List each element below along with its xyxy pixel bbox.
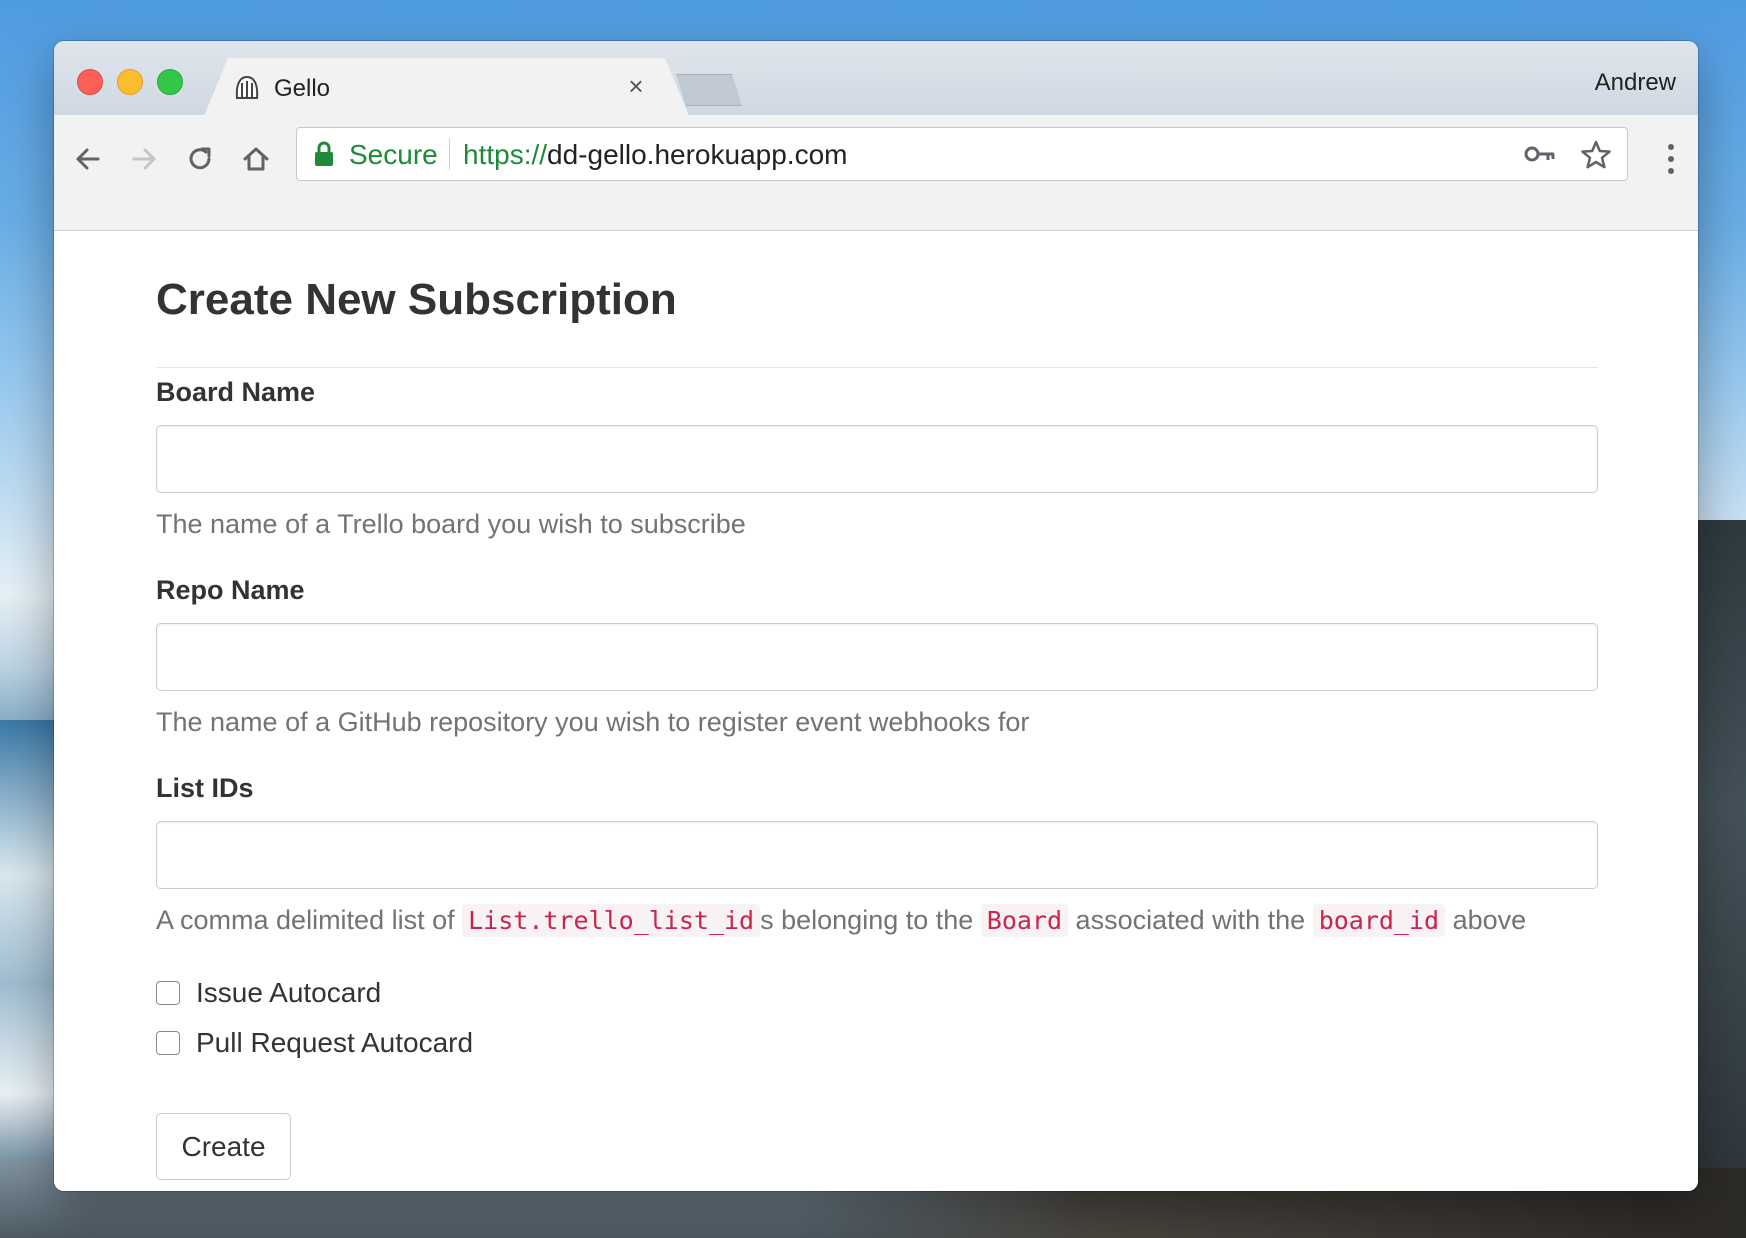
arrow-left-icon[interactable] [68,139,108,179]
list-ids-help-text: associated with the [1068,905,1313,935]
pull-request-autocard-checkbox[interactable] [156,1031,180,1055]
pull-request-autocard-label[interactable]: Pull Request Autocard [196,1027,473,1059]
issue-autocard-checkbox[interactable] [156,981,180,1005]
repo-name-label: Repo Name [156,575,305,605]
star-icon[interactable] [1579,138,1613,172]
window-minimize-button[interactable] [117,69,143,95]
list-ids-help: A comma delimited list of List.trello_li… [156,904,1527,937]
board-name-label: Board Name [156,377,316,407]
list-ids-input[interactable] [156,821,1598,889]
repo-name-input[interactable] [156,623,1598,691]
code-board: Board [980,904,1069,937]
background-sea [0,720,60,1160]
profile-name[interactable]: Andrew [1595,69,1676,97]
vertical-dots-icon[interactable] [1666,139,1676,179]
tab-close-icon[interactable]: × [624,73,648,99]
list-ids-help-text: s belonging to the [760,905,981,935]
home-icon[interactable] [236,139,276,179]
page-content: Create New Subscription Board Name The n… [54,231,1698,1191]
issue-autocard-row[interactable]: Issue Autocard [156,977,381,1009]
key-icon[interactable] [1523,140,1557,168]
create-button[interactable]: Create [156,1113,291,1180]
address-bar[interactable]: Secure https://dd-gello.herokuapp.com [296,127,1628,181]
browser-window: Gello × Andrew Secure https://dd-gello.h… [54,41,1698,1191]
board-name-input[interactable] [156,425,1598,493]
arrow-right-icon[interactable] [124,139,164,179]
url-host: dd-gello.herokuapp.com [547,139,848,170]
board-name-help: The name of a Trello board you wish to s… [156,509,746,539]
title-divider [156,367,1598,368]
issue-autocard-label[interactable]: Issue Autocard [196,977,381,1009]
url-text[interactable]: https://dd-gello.herokuapp.com [463,139,847,171]
window-close-button[interactable] [77,69,103,95]
gello-favicon-icon [235,75,259,99]
list-ids-label: List IDs [156,773,254,803]
repo-name-help: The name of a GitHub repository you wish… [156,707,1030,737]
address-bar-divider [449,138,450,170]
browser-toolbar: Secure https://dd-gello.herokuapp.com [54,115,1698,231]
new-tab-button[interactable] [676,74,742,106]
code-list-trello-list-id: List.trello_list_id [462,904,761,937]
code-board-id: board_id [1312,904,1446,937]
list-ids-help-text: A comma delimited list of [156,905,463,935]
url-scheme: https:// [463,139,548,170]
list-ids-help-text: above [1445,905,1527,935]
reload-icon[interactable] [180,139,220,179]
pull-request-autocard-row[interactable]: Pull Request Autocard [156,1027,473,1059]
secure-label: Secure [349,139,438,170]
window-maximize-button[interactable] [157,69,183,95]
title-bar: Gello × Andrew [54,41,1698,116]
tab-title: Gello [274,75,331,102]
page-title: Create New Subscription [156,275,677,324]
lock-icon [315,141,333,166]
